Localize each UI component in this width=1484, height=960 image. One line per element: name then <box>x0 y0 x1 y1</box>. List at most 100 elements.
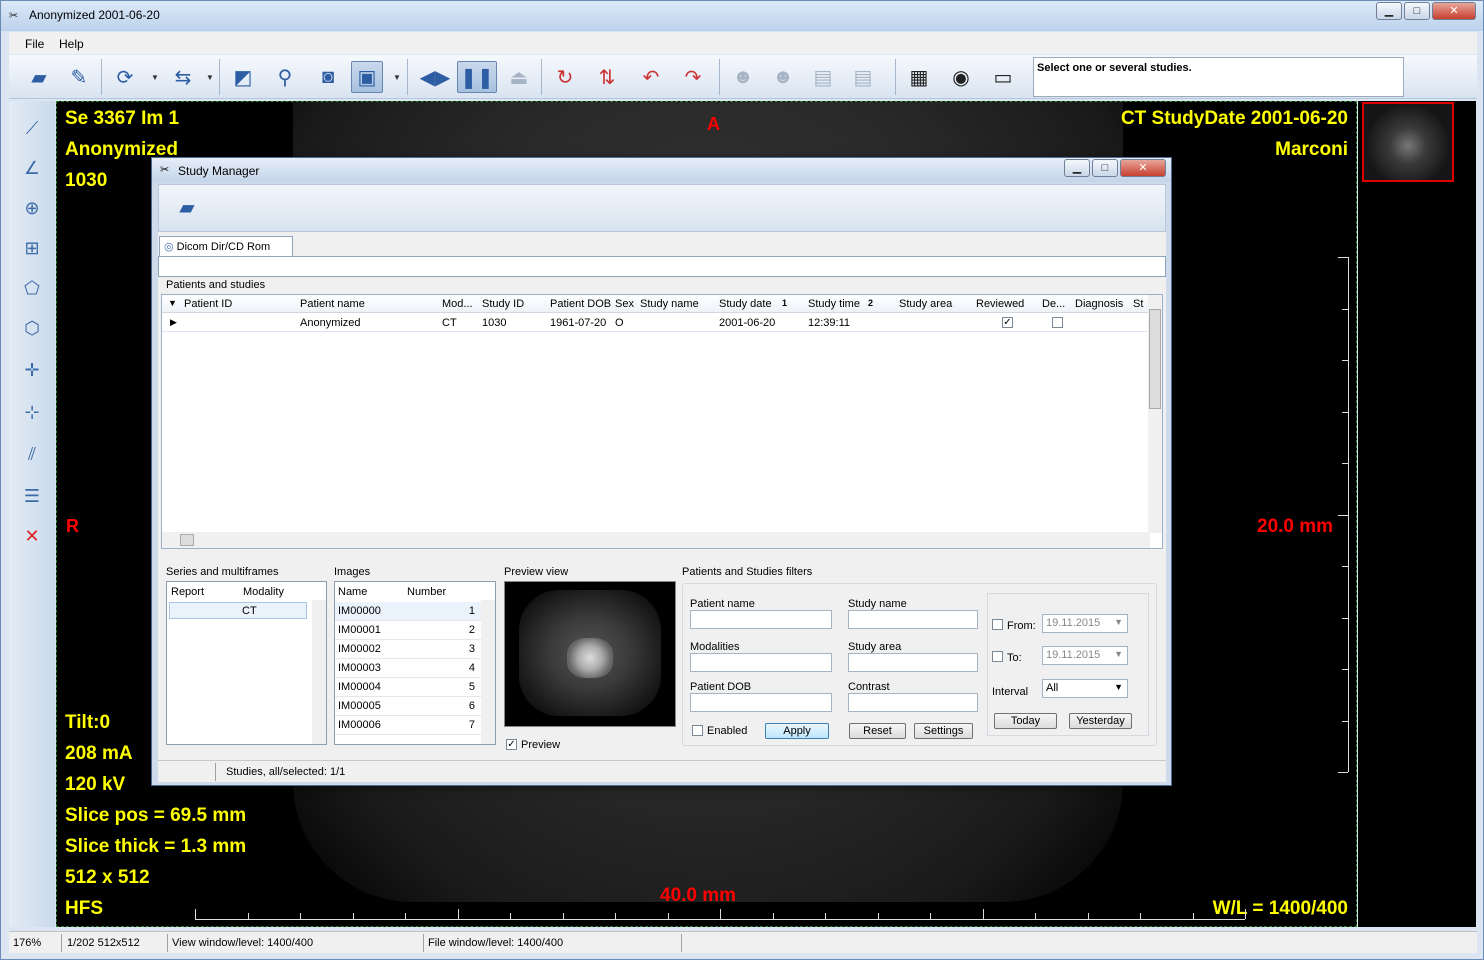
menu-file[interactable]: File <box>25 37 44 51</box>
col-dob[interactable]: Patient DOB <box>550 298 611 310</box>
rotate-ccw-icon[interactable]: ↶ <box>635 61 667 93</box>
filter-dob-input[interactable] <box>690 693 832 712</box>
pause-icon[interactable]: ❚❚ <box>457 61 497 93</box>
col-reviewed[interactable]: Reviewed <box>976 298 1024 310</box>
reviewed-checkbox[interactable]: ✓ <box>1002 317 1013 328</box>
images-scrollbar[interactable] <box>481 600 495 744</box>
filter-study-area-input[interactable] <box>848 653 978 672</box>
window-level-icon[interactable]: ◩ <box>227 61 259 93</box>
monitor-layout-icon[interactable]: ▣ <box>351 61 383 93</box>
grid-horizontal-scrollbar[interactable] <box>162 532 1150 548</box>
list-item[interactable]: IM00002 3 <box>335 640 481 659</box>
col-study-name[interactable]: Study name <box>640 298 699 310</box>
dialog-maximize-button[interactable]: □ <box>1092 159 1118 177</box>
freehand-roi-icon[interactable]: ⬡ <box>17 313 47 343</box>
list-item[interactable]: IM00003 4 <box>335 659 481 678</box>
list-item[interactable]: IM00005 6 <box>335 697 481 716</box>
list-item[interactable]: CT <box>169 602 307 619</box>
list-item[interactable]: IM00004 5 <box>335 678 481 697</box>
ellipse-roi-icon[interactable]: ⊕ <box>17 193 47 223</box>
3d-view-icon[interactable]: ◉ <box>945 61 977 93</box>
dialog-content: ▰ ◎ Dicom Dir/CD Rom Patients and studie… <box>158 184 1166 782</box>
file-window-level: File window/level: 1400/400 <box>428 937 564 949</box>
reset-button[interactable]: Reset <box>849 723 906 739</box>
polygon-roi-icon[interactable]: ⬠ <box>17 273 47 303</box>
list-item[interactable]: IM00006 7 <box>335 716 481 735</box>
to-date-picker[interactable]: 19.11.2015 ▼ <box>1042 646 1128 665</box>
series-scrollbar[interactable] <box>312 600 326 744</box>
delete-icon[interactable]: ✕ <box>17 521 47 551</box>
dual-monitor-icon[interactable]: ▦ <box>903 61 935 93</box>
grid-vertical-scrollbar[interactable] <box>1148 295 1162 533</box>
col-study-id[interactable]: Study ID <box>482 298 524 310</box>
open-study-icon[interactable]: ▰ <box>23 61 55 93</box>
cine-prev-next-icon[interactable]: ◀▶ <box>419 61 451 93</box>
rotate-cw-icon[interactable]: ↻ <box>549 61 581 93</box>
expand-all-icon[interactable]: ▼ <box>168 298 177 308</box>
to-checkbox[interactable] <box>992 651 1003 662</box>
image-name: IM00006 <box>338 719 381 731</box>
today-button[interactable]: Today <box>994 713 1057 729</box>
col-modality[interactable]: Mod... <box>442 298 473 310</box>
hu-point-icon[interactable]: ✛ <box>17 355 47 385</box>
series-list[interactable]: Report Modality CT <box>166 581 327 745</box>
close-button[interactable]: ✕ <box>1432 2 1476 20</box>
list-item[interactable]: IM00001 2 <box>335 621 481 640</box>
series-thumbnail[interactable] <box>1362 102 1454 182</box>
slice-thick-label: Slice thick = 1.3 mm <box>65 836 247 857</box>
flip-vertical-icon[interactable]: ⇅ <box>591 61 623 93</box>
filter-contrast-input[interactable] <box>848 693 978 712</box>
flip-horizontal-icon[interactable]: ↷ <box>677 61 709 93</box>
preview-checkbox[interactable]: ✓ <box>506 739 517 750</box>
magnifier-icon[interactable]: ⚲ <box>269 61 301 93</box>
filter-patient-name-input[interactable] <box>690 610 832 629</box>
image-name: IM00003 <box>338 662 381 674</box>
ct-scanner-icon[interactable]: ◙ <box>312 61 344 93</box>
table-row[interactable]: ▶ Anonymized CT 1030 1961-07-20 O 2001-0… <box>162 314 1152 332</box>
rectangle-roi-icon[interactable]: ⊞ <box>17 233 47 263</box>
list-item[interactable]: IM00000 1 <box>335 602 481 621</box>
col-deleted[interactable]: De... <box>1042 298 1065 310</box>
annotation-list-icon[interactable]: ☰ <box>17 481 47 511</box>
hu-cross-icon[interactable]: ⊹ <box>17 397 47 427</box>
from-date-picker[interactable]: 19.11.2015 ▼ <box>1042 614 1128 633</box>
tab-dicom-dir[interactable]: ◎ Dicom Dir/CD Rom <box>159 236 293 256</box>
col-study-date[interactable]: Study date <box>719 298 772 310</box>
maximize-button[interactable]: □ <box>1404 2 1430 20</box>
chevron-down-icon: ▼ <box>1114 649 1123 659</box>
monitor-icon[interactable]: ▭ <box>987 61 1019 93</box>
yesterday-button[interactable]: Yesterday <box>1069 713 1132 729</box>
filter-modalities-input[interactable] <box>690 653 832 672</box>
images-list[interactable]: Name Number IM00000 1 IM00001 2 IM00002 3 IM00… <box>334 581 496 745</box>
chevron-down-icon[interactable]: ▼ <box>206 73 214 82</box>
col-patient-name[interactable]: Patient name <box>300 298 365 310</box>
col-sex[interactable]: Sex <box>615 298 634 310</box>
compare-view-icon[interactable]: ⇆ <box>167 61 199 93</box>
col-status[interactable]: St <box>1133 298 1143 310</box>
col-diagnosis[interactable]: Diagnosis <box>1075 298 1123 310</box>
from-checkbox[interactable] <box>992 619 1003 630</box>
col-patient-id[interactable]: Patient ID <box>184 298 232 310</box>
line-measure-icon[interactable]: ⟋ <box>17 113 47 143</box>
minimize-button[interactable]: ▁ <box>1376 2 1402 20</box>
open-dicomdir-icon[interactable]: ▰ <box>171 191 203 223</box>
deleted-checkbox[interactable] <box>1052 317 1063 328</box>
profile-line-icon[interactable]: ⫽ <box>17 439 47 469</box>
apply-button[interactable]: Apply <box>765 723 829 739</box>
chevron-down-icon[interactable]: ▼ <box>151 73 159 82</box>
edit-study-icon[interactable]: ✎ <box>63 61 95 93</box>
chevron-down-icon: ▼ <box>1114 682 1123 692</box>
interval-select[interactable]: All ▼ <box>1042 679 1128 698</box>
enabled-checkbox[interactable] <box>692 725 703 736</box>
settings-button[interactable]: Settings <box>914 723 973 739</box>
dialog-close-button[interactable]: ✕ <box>1120 159 1166 177</box>
chevron-down-icon[interactable]: ▼ <box>393 73 401 82</box>
dialog-minimize-button[interactable]: ▁ <box>1064 159 1090 177</box>
menu-help[interactable]: Help <box>59 37 84 51</box>
angle-measure-icon[interactable]: ∠ <box>17 153 47 183</box>
filter-study-name-input[interactable] <box>848 610 978 629</box>
studies-grid[interactable]: ▼ Patient ID Patient name Mod... Study I… <box>161 294 1163 549</box>
rotate-view-icon[interactable]: ⟳ <box>109 61 141 93</box>
col-study-area[interactable]: Study area <box>899 298 952 310</box>
col-study-time[interactable]: Study time <box>808 298 860 310</box>
